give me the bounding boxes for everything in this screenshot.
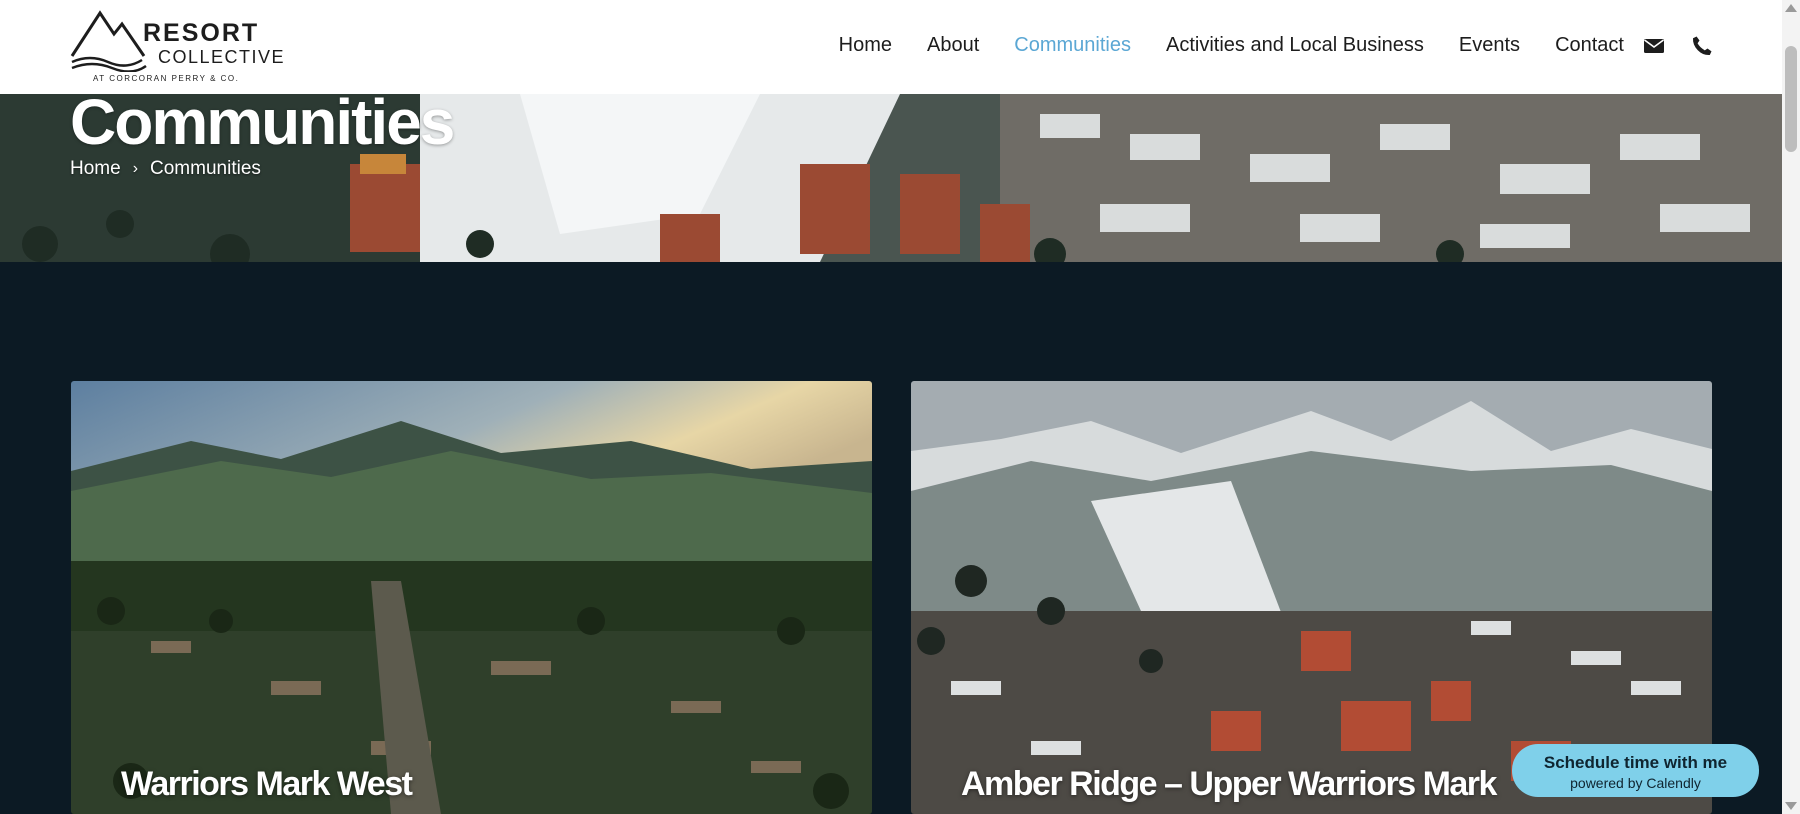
nav-item-about[interactable]: About [927,34,979,57]
page-scrollbar[interactable] [1782,0,1800,814]
calendly-schedule-button[interactable]: Schedule time with me powered by Calendl… [1512,744,1759,797]
breadcrumb-current: Communities [150,158,261,179]
card-title: Warriors Mark West [121,765,413,804]
scroll-down-arrow-icon[interactable] [1785,802,1797,810]
nav-item-home[interactable]: Home [839,34,892,57]
page-title: Communities [70,94,455,158]
community-card-warriors-mark-west[interactable]: Warriors Mark West [71,381,872,814]
site-header: RESORT COLLECTIVE AT CORCORAN PERRY & CO… [0,0,1782,94]
envelope-icon[interactable] [1642,34,1666,58]
logo-name-line2: COLLECTIVE [158,47,286,67]
card-title: Amber Ridge – Upper Warriors Mark [961,765,1497,804]
calendly-subtitle: powered by Calendly [1570,775,1701,791]
hero-banner: Communities Home › Communities [0,94,1782,262]
breadcrumb: Home › Communities [70,158,261,180]
nav-item-events[interactable]: Events [1459,34,1520,57]
nav-item-communities[interactable]: Communities [1014,34,1131,57]
nav-item-contact[interactable]: Contact [1555,34,1624,57]
main-nav: Home About Communities Activities and Lo… [804,34,1624,57]
site-logo[interactable]: RESORT COLLECTIVE AT CORCORAN PERRY & CO… [70,10,284,86]
logo-name-line1: RESORT [143,19,260,47]
chevron-right-icon: › [132,160,139,177]
logo-tagline: AT CORCORAN PERRY & CO. [93,74,240,83]
nav-item-activities[interactable]: Activities and Local Business [1166,34,1424,57]
scrollbar-thumb[interactable] [1785,46,1797,152]
phone-icon[interactable] [1690,34,1714,58]
calendly-title: Schedule time with me [1543,753,1728,772]
summer-mountain-image [71,381,872,814]
scroll-up-arrow-icon[interactable] [1785,4,1797,12]
mountain-logo-icon [70,10,147,72]
breadcrumb-home-link[interactable]: Home [70,158,121,180]
